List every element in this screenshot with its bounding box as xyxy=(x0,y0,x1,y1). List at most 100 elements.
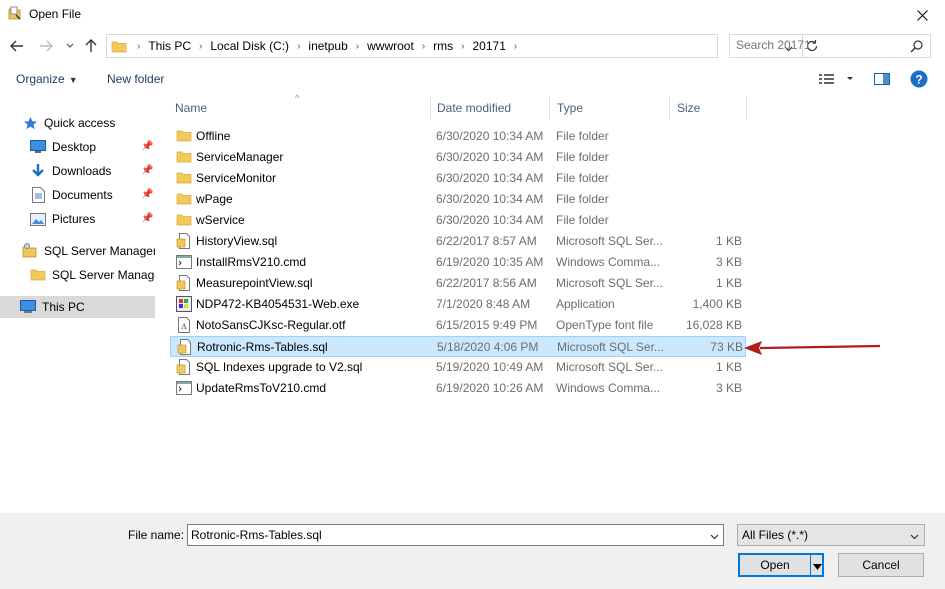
file-size: 16,028 KB xyxy=(685,318,742,332)
back-arrow-icon[interactable] xyxy=(9,38,25,54)
column-header-name[interactable]: Name xyxy=(168,96,430,120)
chevron-right-icon[interactable]: › xyxy=(510,41,521,52)
pin-icon[interactable]: 📌 xyxy=(141,213,153,224)
pin-icon[interactable]: 📌 xyxy=(141,165,153,176)
file-row[interactable]: HistoryView.sql 6/22/2017 8:57 AM Microsof… xyxy=(170,231,746,252)
organize-button[interactable]: Organize ▼ xyxy=(16,72,78,86)
cancel-button[interactable]: Cancel xyxy=(838,553,924,577)
column-label: Date modified xyxy=(437,101,512,115)
column-header-size[interactable]: Size xyxy=(670,96,746,120)
column-divider[interactable] xyxy=(746,96,747,120)
file-row[interactable]: SQL Indexes upgrade to V2.sql 5/19/2020 1… xyxy=(170,357,746,378)
nav-downloads[interactable]: Downloads 📌 xyxy=(0,160,155,182)
nav-documents[interactable]: Documents 📌 xyxy=(0,184,155,206)
file-type-select[interactable]: All Files (*.*) xyxy=(737,524,925,546)
file-name-input[interactable] xyxy=(191,528,691,542)
chevron-right-icon[interactable]: › xyxy=(133,41,144,52)
file-row[interactable]: MeasurepointView.sql 6/22/2017 8:56 AM Mic… xyxy=(170,273,746,294)
open-dropdown-arrow-icon[interactable] xyxy=(813,559,822,573)
file-name-label: File name: xyxy=(128,528,185,542)
chevron-down-icon[interactable] xyxy=(710,529,719,543)
nav-sql-server-management-folder[interactable]: SQL Server Manage xyxy=(0,264,155,286)
file-size: 3 KB xyxy=(715,255,742,269)
file-row[interactable]: InstallRmsV210.cmd 6/19/2020 10:35 AM Wind… xyxy=(170,252,746,273)
file-type: Microsoft SQL Ser... xyxy=(556,276,663,290)
nav-this-pc[interactable]: This PC xyxy=(0,296,155,318)
file-name: UpdateRmsToV210.cmd xyxy=(196,381,327,395)
chevron-right-icon[interactable]: › xyxy=(195,41,206,52)
file-row[interactable]: ServiceManager 6/30/2020 10:34 AM File fol… xyxy=(170,147,746,168)
file-type: File folder xyxy=(556,150,609,164)
file-row[interactable]: wService 6/30/2020 10:34 AM File folder xyxy=(170,210,746,231)
open-file-app-icon xyxy=(7,6,23,22)
help-icon[interactable]: ? xyxy=(910,70,928,91)
column-header-type[interactable]: Type xyxy=(550,96,670,120)
nav-label: Pictures xyxy=(52,212,96,226)
crumb-this-pc[interactable]: This PC xyxy=(144,39,195,53)
file-type: Windows Comma... xyxy=(556,381,661,395)
crumb-wwwroot[interactable]: wwwroot xyxy=(363,39,418,53)
file-row[interactable]: UpdateRmsToV210.cmd 6/19/2020 10:26 AM Win… xyxy=(170,378,746,399)
file-date: 6/22/2017 8:56 AM xyxy=(436,276,537,290)
file-name: Offline xyxy=(196,129,231,143)
chevron-right-icon[interactable]: › xyxy=(352,41,363,52)
crumb-local-disk[interactable]: Local Disk (C:) xyxy=(206,39,293,53)
search-box[interactable] xyxy=(729,34,931,58)
file-name-combo[interactable] xyxy=(187,524,724,546)
new-folder-button[interactable]: New folder xyxy=(107,72,164,86)
folder-file-icon xyxy=(176,170,192,186)
chevron-right-icon[interactable]: › xyxy=(457,41,468,52)
pin-icon[interactable]: 📌 xyxy=(141,189,153,200)
file-type: Application xyxy=(556,297,615,311)
chevron-right-icon[interactable]: › xyxy=(293,41,304,52)
file-row[interactable]: A NotoSansCJKsc-Regular.otf 6/15/2015 9:49… xyxy=(170,315,746,336)
close-icon[interactable] xyxy=(899,0,945,30)
file-row[interactable]: Offline 6/30/2020 10:34 AM File folder xyxy=(170,126,746,147)
search-input[interactable] xyxy=(736,38,906,52)
file-row[interactable]: wPage 6/30/2020 10:34 AM File folder xyxy=(170,189,746,210)
file-date: 5/18/2020 4:06 PM xyxy=(437,340,539,354)
file-row[interactable]: NDP472-KB4054531-Web.exe 7/1/2020 8:48 AM… xyxy=(170,294,746,315)
search-icon[interactable] xyxy=(910,39,924,56)
star-icon xyxy=(22,115,38,131)
forward-arrow-icon[interactable] xyxy=(38,38,54,54)
nav-quick-access[interactable]: Quick access xyxy=(0,112,155,134)
recent-locations-chevron-icon[interactable] xyxy=(62,38,78,54)
file-type: OpenType font file xyxy=(556,318,654,332)
font-file-icon: A xyxy=(176,317,192,333)
nav-label: SQL Server Manage xyxy=(52,268,155,282)
file-list: ^ Name Date modified Type Size Offline 6/… xyxy=(168,93,945,513)
crumb-rms[interactable]: rms xyxy=(429,39,457,53)
file-type: Microsoft SQL Ser... xyxy=(556,360,663,374)
split-divider xyxy=(810,555,811,575)
open-button[interactable]: Open xyxy=(738,553,824,577)
column-header-date[interactable]: Date modified xyxy=(430,96,550,120)
folder-icon xyxy=(30,267,46,283)
file-name: wPage xyxy=(196,192,233,206)
file-row[interactable]: Rotronic-Rms-Tables.sql 5/18/2020 4:06 PM… xyxy=(170,336,746,357)
nav-pictures[interactable]: Pictures 📌 xyxy=(0,208,155,230)
pin-icon[interactable]: 📌 xyxy=(141,141,153,152)
sql-file-icon xyxy=(176,233,192,249)
nav-sql-server-management[interactable]: SQL Server Managem xyxy=(0,240,155,262)
up-arrow-icon[interactable] xyxy=(83,38,99,54)
column-label: Type xyxy=(557,101,584,115)
nav-desktop[interactable]: Desktop 📌 xyxy=(0,136,155,158)
preview-pane-icon[interactable] xyxy=(874,72,890,89)
nav-label: This PC xyxy=(42,300,85,314)
change-view-icon[interactable] xyxy=(819,72,853,89)
window-title: Open File xyxy=(29,7,82,21)
column-label: Name xyxy=(175,101,208,115)
crumb-20171[interactable]: 20171 xyxy=(469,39,510,53)
nav-label: Documents xyxy=(52,188,113,202)
file-size: 3 KB xyxy=(715,381,742,395)
file-name: ServiceManager xyxy=(196,150,284,164)
file-row[interactable]: ServiceMonitor 6/30/2020 10:34 AM File fol… xyxy=(170,168,746,189)
crumb-inetpub[interactable]: inetpub xyxy=(304,39,351,53)
chevron-down-icon[interactable] xyxy=(910,529,919,543)
chevron-right-icon[interactable]: › xyxy=(418,41,429,52)
address-bar[interactable]: › This PC › Local Disk (C:) › inetpub › … xyxy=(106,34,818,58)
sql-file-icon xyxy=(176,359,192,375)
organize-label: Organize xyxy=(16,72,65,86)
file-date: 6/19/2020 10:35 AM xyxy=(436,255,544,269)
